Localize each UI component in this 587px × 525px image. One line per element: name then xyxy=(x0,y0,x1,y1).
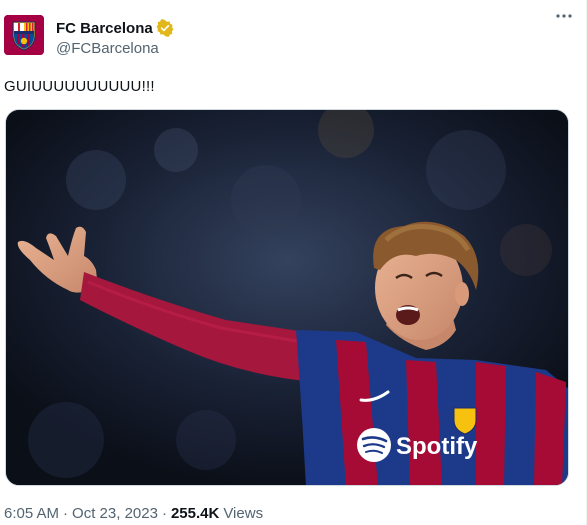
spotify-logo-icon xyxy=(357,428,391,462)
views-label: Views xyxy=(223,505,264,522)
meta-separator: · xyxy=(63,505,69,522)
meta-separator: · xyxy=(161,505,167,522)
fc-barcelona-crest-icon xyxy=(4,15,44,55)
avatar[interactable] xyxy=(4,15,44,55)
tweet-meta: 6:05 AM · Oct 23, 2023 · 255.4K Views xyxy=(4,505,263,522)
tweet-header: FC Barcelona @FCBarcelona xyxy=(4,15,576,59)
display-name[interactable]: FC Barcelona xyxy=(56,20,153,37)
tweet-time[interactable]: 6:05 AM xyxy=(4,505,59,522)
handle[interactable]: @FCBarcelona xyxy=(56,40,174,57)
views-count: 255.4K xyxy=(170,505,220,522)
author-block: FC Barcelona @FCBarcelona xyxy=(56,15,174,57)
shirt-sponsor-text: Spotify xyxy=(396,433,478,460)
player-celebration-image: Spotify xyxy=(6,110,568,485)
tweet-date[interactable]: Oct 23, 2023 xyxy=(72,505,158,522)
tweet-text: GUIUUUUUUUUUU!!! xyxy=(4,78,155,95)
tweet-photo[interactable]: Spotify xyxy=(5,109,569,486)
more-options-icon[interactable] xyxy=(552,4,576,28)
name-row: FC Barcelona xyxy=(56,18,174,38)
gold-verified-badge-icon[interactable] xyxy=(156,19,174,37)
tweet-card: FC Barcelona @FCBarcelona GUIUUUUUUUUUU!… xyxy=(0,0,587,525)
